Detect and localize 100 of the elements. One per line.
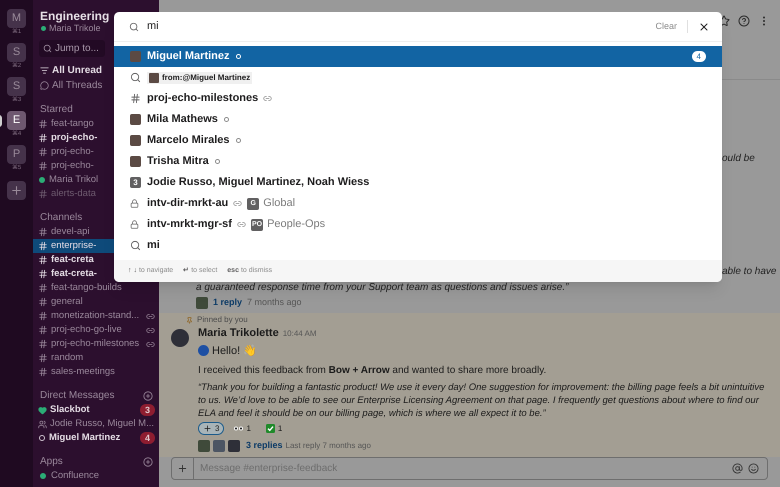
mention-icon[interactable] (732, 462, 743, 474)
message-text: able to have (722, 265, 778, 278)
avatar (130, 114, 141, 125)
unread-badge: 4 (140, 432, 155, 444)
avatar (130, 135, 141, 146)
avatar (149, 72, 159, 82)
workspace-button[interactable]: P (7, 145, 26, 164)
result-label: proj-echo-milestones (147, 91, 258, 106)
avatar (171, 329, 189, 347)
checkmark-icon (266, 424, 275, 433)
workspace-button[interactable]: S (7, 77, 26, 96)
member-count: 3 (130, 177, 141, 188)
emoji-icon[interactable] (748, 462, 759, 474)
hash-icon (38, 297, 48, 307)
filter-text: from:@Miguel Martinez (162, 72, 250, 84)
sidebar-item[interactable]: feat-tango-builds (33, 281, 159, 295)
search-result[interactable]: Marcelo Mirales (114, 130, 722, 151)
jump-to-button[interactable]: Jump to... (39, 40, 105, 57)
search-icon (43, 44, 52, 53)
sidebar-item[interactable]: monetization-stand... (33, 309, 159, 323)
unread-badge: 3 (140, 404, 155, 416)
pinned-label: Pinned by you (197, 314, 248, 326)
shared-icon (233, 199, 242, 208)
workspace-button[interactable]: E (7, 111, 26, 130)
reply-time: 7 months ago (247, 296, 302, 310)
reaction-button[interactable]: 1 (229, 422, 256, 435)
hash-icon (38, 133, 48, 143)
hash-icon (38, 119, 48, 129)
sidebar-item[interactable]: Jodie Russo, Miguel M... (33, 417, 159, 431)
hash-icon (38, 353, 48, 363)
section-title[interactable]: Channels (40, 210, 82, 225)
search-input[interactable]: mi (147, 18, 656, 35)
unread-icon (40, 66, 49, 75)
hash-icon (38, 255, 48, 265)
plus-icon (177, 462, 188, 474)
avatar (130, 51, 141, 62)
circle-emoji-icon (198, 345, 209, 356)
plus-icon (203, 424, 212, 433)
message-text: a guaranteed response time from your Support team as questions and issues arise.” (196, 281, 570, 294)
hash-icon (38, 147, 48, 157)
avatar (196, 297, 208, 309)
quote-text: “Thank you for building a fantastic product! We use it every day! One suggestion for improvement: the billing page feels a bit unintuitive to us. We’d love to be able to see our Enterprise Licensing Agreement on that page. I frequently get questions about where to find our ELA and feel it should be on our billing page, which is where we all expect it to be.” (198, 381, 766, 420)
hash-icon (130, 93, 141, 104)
hash-icon (38, 367, 48, 377)
result-label: Marcelo Mirales (147, 133, 230, 148)
hash-icon (38, 241, 48, 251)
search-result[interactable]: Mila Mathews (114, 109, 722, 130)
reaction-button[interactable]: 1 (260, 422, 288, 435)
sidebar-item[interactable]: sales-meetings (33, 365, 159, 379)
hash-icon (38, 227, 48, 237)
shared-icon (263, 94, 272, 103)
pin-icon (186, 316, 193, 324)
sidebar-item[interactable]: proj-echo-milestones (33, 337, 159, 351)
replies-link[interactable]: 3 replies (246, 439, 283, 452)
search-result[interactable]: 3 Jodie Russo, Miguel Martinez, Noah Wiess (114, 172, 722, 193)
workspace-name: Engineering (39, 9, 110, 23)
message-time: 10:44 AM (282, 328, 317, 340)
search-result[interactable]: Trisha Mitra (114, 151, 722, 172)
message-text: ould be (722, 152, 756, 165)
shared-icon (146, 340, 155, 348)
message-text: Hello! 👋 (212, 344, 258, 358)
eyes-icon (234, 426, 244, 431)
search-result[interactable]: Miguel Martinez 4 (114, 46, 722, 67)
reaction-button[interactable]: 3 (198, 422, 224, 435)
add-icon[interactable] (143, 390, 153, 400)
hash-icon (38, 283, 48, 293)
help-icon[interactable] (738, 15, 750, 27)
close-icon[interactable] (698, 20, 710, 32)
lock-icon (130, 199, 139, 208)
sidebar-item[interactable]: random (33, 351, 159, 365)
add-icon[interactable] (143, 456, 153, 466)
threads-icon (40, 81, 49, 90)
section-title[interactable]: Direct Messages (40, 388, 118, 403)
result-label: Trisha Mitra (147, 154, 209, 170)
group-icon (38, 420, 47, 428)
org-name: People-Ops (267, 217, 326, 232)
search-icon (130, 72, 141, 83)
reply-time: Last reply 7 months ago (286, 440, 371, 452)
avatar (198, 440, 210, 452)
sidebar-item[interactable]: Slackbot 3 (33, 403, 159, 417)
workspace-button[interactable]: M (7, 9, 26, 28)
clear-button[interactable]: Clear (655, 20, 688, 34)
sidebar-item[interactable]: general (33, 295, 159, 309)
section-title[interactable]: Starred (40, 102, 73, 117)
shared-icon (146, 312, 155, 320)
sidebar-item[interactable]: feat-creta (33, 253, 159, 267)
hash-icon (38, 325, 48, 335)
sidebar-item[interactable]: Miguel Martinez 4 (33, 431, 159, 445)
sidebar-item[interactable]: Confluence (33, 469, 159, 483)
hash-icon (38, 311, 48, 321)
replies-link[interactable]: 1 reply (213, 296, 242, 310)
avatar (228, 440, 240, 452)
shared-icon (236, 220, 246, 229)
hash-icon (38, 339, 48, 349)
add-workspace-button[interactable] (7, 181, 26, 200)
section-title[interactable]: Apps (40, 454, 67, 469)
user-name: Maria Trikole (49, 22, 101, 35)
workspace-button[interactable]: S (7, 43, 26, 62)
heart-icon (38, 406, 47, 414)
sidebar-item[interactable]: proj-echo-go-live (33, 323, 159, 337)
